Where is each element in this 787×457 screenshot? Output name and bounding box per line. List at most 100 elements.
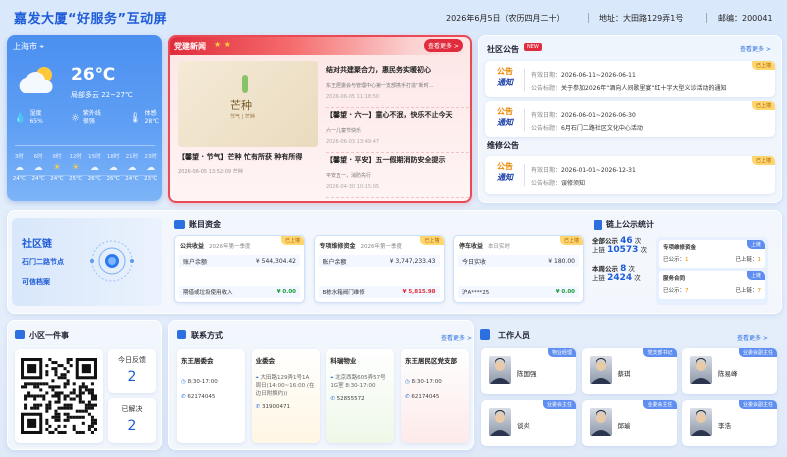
staff-card[interactable]: 党支部书记 蔡琪: [581, 348, 677, 394]
contacts-title: 联系方式: [191, 331, 223, 340]
repair-notice-card[interactable]: 公告 通知 有效日期：2026-01-01~2026-12-31 公告标题：误修须知 已…: [485, 156, 775, 194]
account-period: 2026年第一季度: [360, 244, 403, 250]
news-item-summary: 六一儿童节快乐: [326, 128, 362, 134]
account-row: 账户余额 ¥ 3,747,233.43: [318, 255, 440, 267]
news-more-link[interactable]: 查看更多 >: [424, 39, 463, 52]
news-item[interactable]: 【馨望 · 平安】五一假期消防安全提示 平安五一，消防先行 2026-04-30 1…: [326, 155, 469, 198]
notice-card[interactable]: 公告 通知 有效日期：2026-06-01~2026-06-30 公告标题：6月石门二…: [485, 101, 775, 137]
avatar: [690, 356, 712, 384]
hour-item: 23时 ☁ 23℃: [141, 152, 160, 182]
news-item[interactable]: 结对共建聚合力，惠民务实暖初心 东王居委会与管理中心第一支部携手打造“新时… 202…: [326, 65, 469, 108]
account-name: 专项维修资金: [319, 243, 356, 250]
notices-more-link[interactable]: 查看更多 >: [740, 44, 771, 53]
qr-code[interactable]: [15, 349, 103, 443]
account-row: 账户余额 ¥ 544,304.42: [179, 255, 300, 267]
status-badge: 已上墙: [751, 156, 775, 165]
staff-card[interactable]: 业委会副主任 陈易峰: [682, 348, 777, 394]
hour-temp: 23℃: [144, 176, 158, 182]
community-chain-card[interactable]: 社区链 石门二路节点 可信档案: [12, 218, 162, 306]
contact-phone: ✆ 62174045: [181, 394, 241, 400]
account-card-header: 专项维修资金 2026年第一季度: [320, 241, 403, 250]
repair-title: 维修公告: [487, 141, 519, 150]
news-title: 党建新闻: [174, 42, 206, 51]
staff-card[interactable]: 业委会主任 邱瑜: [581, 400, 677, 446]
account-card[interactable]: 专项维修资金 2026年第一季度 已上墙 账户余额 ¥ 3,747,233.43 B栋水箱…: [313, 235, 445, 303]
news-image-sub: 节气 | 芒种: [230, 114, 255, 120]
chain-card[interactable]: 服务合同 已公示：7 已上链：7 上链: [659, 271, 765, 299]
contact-phone-text: 52855572: [336, 396, 365, 402]
account-card[interactable]: 公共收益 2026年第一季度 已上墙 账户余额 ¥ 544,304.42 期借或垃圾使用收…: [174, 235, 305, 303]
staff-card[interactable]: 业委会主任谈炎: [481, 400, 576, 446]
news-main-date: 2026-06-05 13:52:09 芒种: [178, 169, 243, 175]
today-feedback[interactable]: 今日反馈 2: [108, 349, 156, 393]
weather-stat-label: 体感: [144, 110, 157, 117]
news-main-title[interactable]: 【馨望 · 节气】芒种 忙有所获 种有所得: [178, 152, 323, 162]
staff-name: 谈炎: [517, 422, 530, 430]
published-label: 已公示：: [663, 288, 686, 294]
header-date: 2026年6月5日（农历四月二十）: [446, 14, 565, 23]
cloud-icon: ☁: [108, 163, 118, 173]
contact-card[interactable]: 东王居民区党支部 ◷ 8:30-17:00 ✆ 62174045: [400, 349, 469, 443]
staff-card[interactable]: 业委会副主任李浩: [682, 400, 777, 446]
news-item-date: 2026-06-05 11:18:50: [326, 94, 380, 100]
contact-name: 东王居民区党支部: [404, 357, 457, 365]
hour-temp: 26℃: [87, 176, 101, 182]
contact-card[interactable]: 科瑞物业 ⌖ 北京西路605弄57号1G室 8:30-17:00 ✆ 5285557…: [326, 349, 395, 443]
vertical-divider: [524, 69, 525, 91]
account-row-value: ¥ 3,747,233.43: [389, 257, 436, 265]
staff-more-link[interactable]: 查看更多 >: [737, 333, 768, 342]
unit: 次: [640, 246, 647, 254]
contact-name: 东王居委会: [181, 357, 214, 365]
cloud-icon: ☁: [146, 163, 156, 173]
cloud-icon: ☁: [14, 163, 24, 173]
account-card[interactable]: 停车收益 本日实时 已上墙 今日实收 ¥ 180.00 沪A****25 ¥ 0.00: [453, 235, 584, 303]
vertical-divider: [524, 109, 525, 131]
account-row: 沪A****25 ¥ 0.00: [458, 286, 579, 298]
unit: 次: [628, 265, 635, 273]
contact-address-text: 大田路129弄1号1A 周日(14:00~16:00 (在边日附换约)): [255, 375, 315, 397]
staff-name: 蔡琪: [617, 370, 631, 378]
chained-label: 已上链：: [735, 288, 758, 294]
hour-temp: 24℃: [50, 176, 64, 182]
contact-hours: ◷ 8:30-17:00: [405, 379, 465, 385]
account-period: 本日实时: [488, 244, 511, 250]
contact-card[interactable]: 业委会 ⌖ 大田路129弄1号1A 周日(14:00~16:00 (在边日附换约)…: [251, 349, 320, 443]
account-period: 2026年第一季度: [209, 244, 251, 250]
notice-card[interactable]: 公告 通知 有效日期：2026-06-11~2026-06-11 公告标题：关于参加2…: [485, 61, 775, 97]
news-item-summary: 平安五一，消防先行: [326, 173, 372, 179]
contact-address: ⌖ 大田路129弄1号1A 周日(14:00~16:00 (在边日附换约)): [256, 374, 316, 398]
news-image[interactable]: 芒种 节气 | 芒种: [178, 61, 318, 147]
current-temp: 26℃: [71, 65, 116, 85]
sun-icon: ☀: [52, 163, 61, 173]
hour-label: 21时: [125, 154, 139, 160]
contact-card[interactable]: 东王居委会 ◷ 8:30-17:00 ✆ 62174045: [177, 349, 245, 443]
notice-icon: 公告 通知: [491, 66, 519, 88]
chained-label: 已上链：: [735, 257, 758, 263]
staff-title: 工作人员: [498, 331, 530, 340]
staff-role: 业委会主任: [542, 400, 576, 409]
weather-city[interactable]: 上海市 ⌖: [13, 41, 44, 52]
chain-card[interactable]: 专项维修资金 已公示：1 已上链：1 上链: [659, 240, 765, 268]
notice-title-row: 公告标题：6月石门二路社区文化中心活动: [531, 123, 771, 132]
staff-role: 业委会副主任: [738, 400, 777, 409]
account-row-label: 沪A****25: [462, 290, 490, 296]
hour-label: 9时: [52, 154, 62, 160]
notice-date-row: 有效日期：2026-06-11~2026-06-11: [531, 70, 636, 79]
weather-stat: 💧 湿度 65%: [14, 110, 43, 126]
hour-label: 18时: [106, 154, 120, 160]
contact-phone: ✆ 52855572: [330, 396, 390, 402]
published-value: 7: [685, 288, 689, 294]
notice-icon-bottom: 通知: [497, 118, 513, 127]
week-label: 本周公示: [592, 265, 618, 273]
contacts-more-link[interactable]: 查看更多 >: [441, 333, 472, 342]
resolved-feedback[interactable]: 已解决 2: [108, 398, 156, 443]
vertical-divider: [524, 164, 525, 186]
news-item[interactable]: 【馨望 · 六一】童心不泯，快乐不止今天 六一儿童节快乐 2026-06-03 13…: [326, 110, 469, 153]
staff-card[interactable]: 物业经理 陈国强: [481, 348, 576, 394]
hour-item: 3时 ☁ 24℃: [10, 152, 29, 182]
avatar: [489, 356, 511, 384]
staff-name: 李浩: [718, 422, 731, 430]
chainstats-title: 链上公示统计: [606, 220, 654, 229]
account-card-header: 公共收益 2026年第一季度: [180, 241, 251, 250]
today-feedback-label: 今日反馈: [118, 356, 146, 364]
